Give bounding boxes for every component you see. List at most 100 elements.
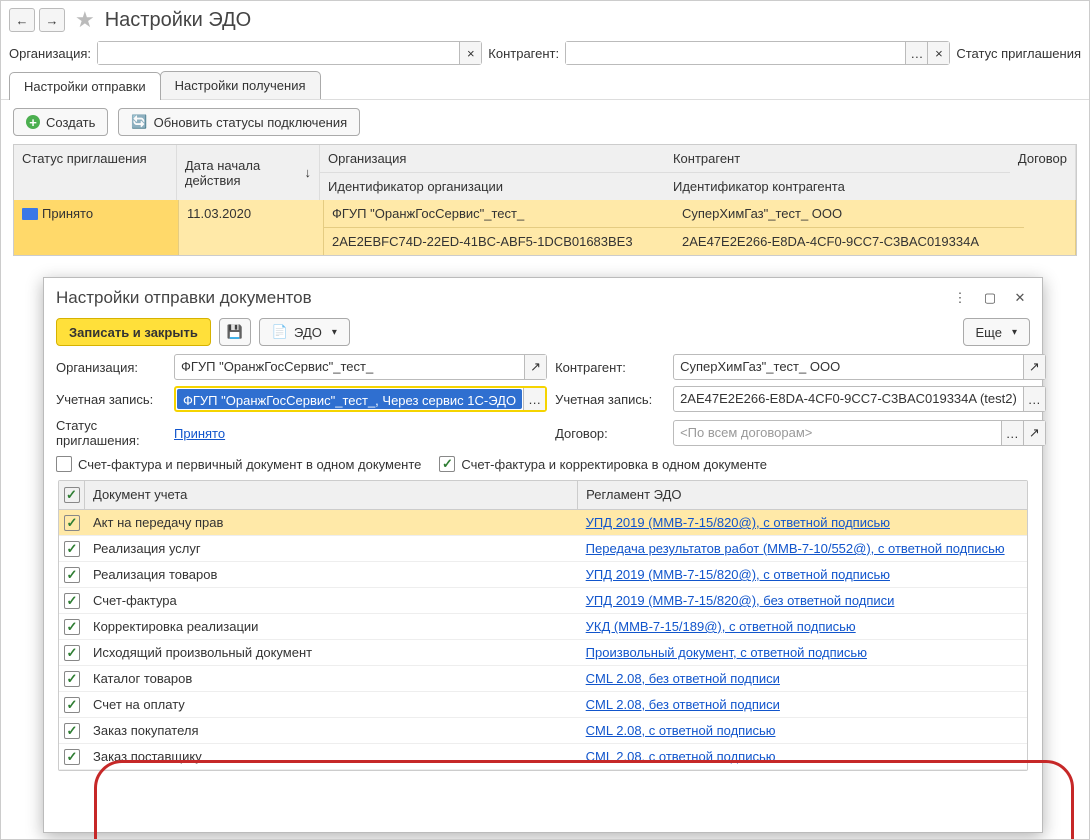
cp-filter-input[interactable] xyxy=(566,42,905,64)
save-and-close-button[interactable]: Записать и закрыть xyxy=(56,318,211,346)
row-checkbox[interactable] xyxy=(64,541,80,557)
row-reg-link[interactable]: CML 2.08, без ответной подписи xyxy=(586,697,780,712)
row-doc: Счет-фактура xyxy=(85,588,578,613)
open-icon[interactable]: ↗ xyxy=(524,355,546,379)
ellipsis-icon[interactable]: … xyxy=(1001,421,1023,445)
open-icon[interactable]: ↗ xyxy=(1023,421,1045,445)
row-doc: Реализация услуг xyxy=(85,536,578,561)
col-org-id[interactable]: Идентификатор организации xyxy=(320,173,665,200)
table-row[interactable]: Акт на передачу правУПД 2019 (ММВ-7-15/8… xyxy=(59,510,1027,536)
row-checkbox[interactable] xyxy=(64,567,80,583)
open-icon[interactable]: ↗ xyxy=(1023,355,1045,379)
form-acct-label: Учетная запись: xyxy=(56,392,166,407)
nav-back-button[interactable]: ← xyxy=(9,8,35,32)
form-acct-input[interactable]: ФГУП "ОранжГосСервис"_тест_, Через серви… xyxy=(174,386,547,412)
row-checkbox[interactable] xyxy=(64,619,80,635)
more-dropdown[interactable]: Еще▾ xyxy=(963,318,1030,346)
row-reg-link[interactable]: УКД (ММВ-7-15/189@), с ответной подписью xyxy=(586,619,856,634)
row-checkbox[interactable] xyxy=(64,515,80,531)
table-row[interactable]: Заказ покупателяCML 2.08, с ответной под… xyxy=(59,718,1027,744)
table-row[interactable]: Счет на оплату CML 2.08, без ответной под… xyxy=(59,692,1027,718)
row-checkbox[interactable] xyxy=(64,593,80,609)
dialog-close-icon[interactable]: ✕ xyxy=(1010,288,1030,308)
select-all-checkbox[interactable] xyxy=(64,487,80,503)
page-title: Настройки ЭДО xyxy=(105,9,251,32)
cp-filter-clear[interactable]: × xyxy=(927,42,949,64)
row-doc: Исходящий произвольный документ xyxy=(85,640,578,665)
row-cp-id: 2AE47E2E266-E8DA-4CF0-9CC7-C3BAC019334A xyxy=(674,228,1024,255)
sf-corr-checkbox[interactable] xyxy=(439,456,455,472)
row-date: 11.03.2020 xyxy=(179,200,324,255)
documents-table: Документ учета Регламент ЭДО Акт на пере… xyxy=(58,480,1028,771)
form-dog-input[interactable]: <По всем договорам>…↗ xyxy=(673,420,1046,446)
refresh-status-button[interactable]: 🔄 Обновить статусы подключения xyxy=(118,108,360,136)
row-reg-link[interactable]: CML 2.08, без ответной подписи xyxy=(586,671,780,686)
sf-onedoc-checkbox[interactable] xyxy=(56,456,72,472)
row-checkbox[interactable] xyxy=(64,671,80,687)
col-org[interactable]: Организация xyxy=(320,145,665,173)
envelope-icon xyxy=(22,208,38,220)
row-checkbox[interactable] xyxy=(64,697,80,713)
table-row[interactable]: Реализация товаров УПД 2019 (ММВ-7-15/820… xyxy=(59,562,1027,588)
row-reg-link[interactable]: УПД 2019 (ММВ-7-15/820@), без ответной п… xyxy=(586,593,895,608)
col-dog[interactable]: Договор xyxy=(1010,145,1076,200)
ellipsis-icon[interactable]: … xyxy=(1023,387,1045,411)
table-row[interactable]: Исходящий произвольный документ Произволь… xyxy=(59,640,1027,666)
table-row[interactable]: Корректировка реализации УКД (ММВ-7-15/18… xyxy=(59,614,1027,640)
grid-row[interactable]: Принято 11.03.2020 ФГУП "ОранжГосСервис"… xyxy=(14,200,1076,255)
create-button[interactable]: + Создать xyxy=(13,108,108,136)
row-checkbox[interactable] xyxy=(64,723,80,739)
cp-filter-ellipsis[interactable]: … xyxy=(905,42,927,64)
row-doc: Счет на оплату xyxy=(85,692,578,717)
form-org-label: Организация: xyxy=(56,360,166,375)
table-row[interactable]: Счет-фактура УПД 2019 (ММВ-7-15/820@), бе… xyxy=(59,588,1027,614)
row-cp: СуперХимГаз"_тест_ ООО xyxy=(674,200,1024,228)
form-dog-label: Договор: xyxy=(555,426,665,441)
highlight-annotation xyxy=(94,760,1074,840)
table-row[interactable]: Заказ поставщику CML 2.08, с ответной под… xyxy=(59,744,1027,770)
form-cp-input[interactable]: СуперХимГаз"_тест_ ООО↗ xyxy=(673,354,1046,380)
favorite-star-icon[interactable]: ★ xyxy=(75,7,95,33)
col-reg[interactable]: Регламент ЭДО xyxy=(578,481,1027,509)
form-status-link[interactable]: Принято xyxy=(174,426,225,441)
row-checkbox[interactable] xyxy=(64,645,80,661)
form-org-input[interactable]: ФГУП "ОранжГосСервис"_тест_↗ xyxy=(174,354,547,380)
edo-dropdown[interactable]: 📄ЭДО▾ xyxy=(259,318,350,346)
chevron-down-icon: ▾ xyxy=(1012,327,1017,338)
col-cp[interactable]: Контрагент xyxy=(665,145,1010,173)
tab-send[interactable]: Настройки отправки xyxy=(9,72,161,100)
sf-corr-label: Счет-фактура и корректировка в одном док… xyxy=(461,457,767,472)
col-cp-id[interactable]: Идентификатор контрагента xyxy=(665,173,1010,200)
row-doc: Реализация товаров xyxy=(85,562,578,587)
refresh-button-label: Обновить статусы подключения xyxy=(154,115,348,130)
col-date[interactable]: Дата начала действия↓ xyxy=(177,145,320,200)
org-filter-label: Организация: xyxy=(9,46,91,61)
dialog-menu-icon[interactable]: ⋮ xyxy=(950,288,970,308)
row-reg-link[interactable]: CML 2.08, с ответной подписью xyxy=(586,723,776,738)
row-reg-link[interactable]: Передача результатов работ (ММВ-7-10/552… xyxy=(586,541,1005,556)
table-row[interactable]: Каталог товаровCML 2.08, без ответной по… xyxy=(59,666,1027,692)
table-row[interactable]: Реализация услуг Передача результатов раб… xyxy=(59,536,1027,562)
status-filter-label: Статус приглaшения xyxy=(956,46,1081,61)
sf-onedoc-label: Счет-фактура и первичный документ в одно… xyxy=(78,457,421,472)
form-cp-acct-label: Учетная запись: xyxy=(555,392,665,407)
row-reg-link[interactable]: УПД 2019 (ММВ-7-15/820@), с ответной под… xyxy=(586,567,890,582)
nav-forward-button[interactable]: → xyxy=(39,8,65,32)
row-reg-link[interactable]: Произвольный документ, с ответной подпис… xyxy=(586,645,867,660)
dialog-maximize-icon[interactable]: ▢ xyxy=(980,288,1000,308)
row-reg-link[interactable]: CML 2.08, с ответной подписью xyxy=(586,749,776,764)
save-button[interactable]: 💾 xyxy=(219,318,251,346)
row-doc: Корректировка реализации xyxy=(85,614,578,639)
ellipsis-icon[interactable]: … xyxy=(523,388,545,410)
col-status[interactable]: Статус приглашения xyxy=(14,145,177,200)
document-icon: 📄 xyxy=(272,324,288,340)
row-checkbox[interactable] xyxy=(64,749,80,765)
row-reg-link[interactable]: УПД 2019 (ММВ-7-15/820@), с ответной под… xyxy=(586,515,890,530)
tab-receive[interactable]: Настройки получения xyxy=(160,71,321,99)
col-doc[interactable]: Документ учета xyxy=(85,481,578,509)
form-cp-acct-input[interactable]: 2AE47E2E266-E8DA-4CF0-9CC7-C3BAC019334A … xyxy=(673,386,1046,412)
row-doc: Заказ поставщику xyxy=(85,744,578,769)
org-filter-clear[interactable]: × xyxy=(459,42,481,64)
org-filter-input[interactable] xyxy=(98,42,459,64)
row-org: ФГУП "ОранжГосСервис"_тест_ xyxy=(324,200,674,228)
